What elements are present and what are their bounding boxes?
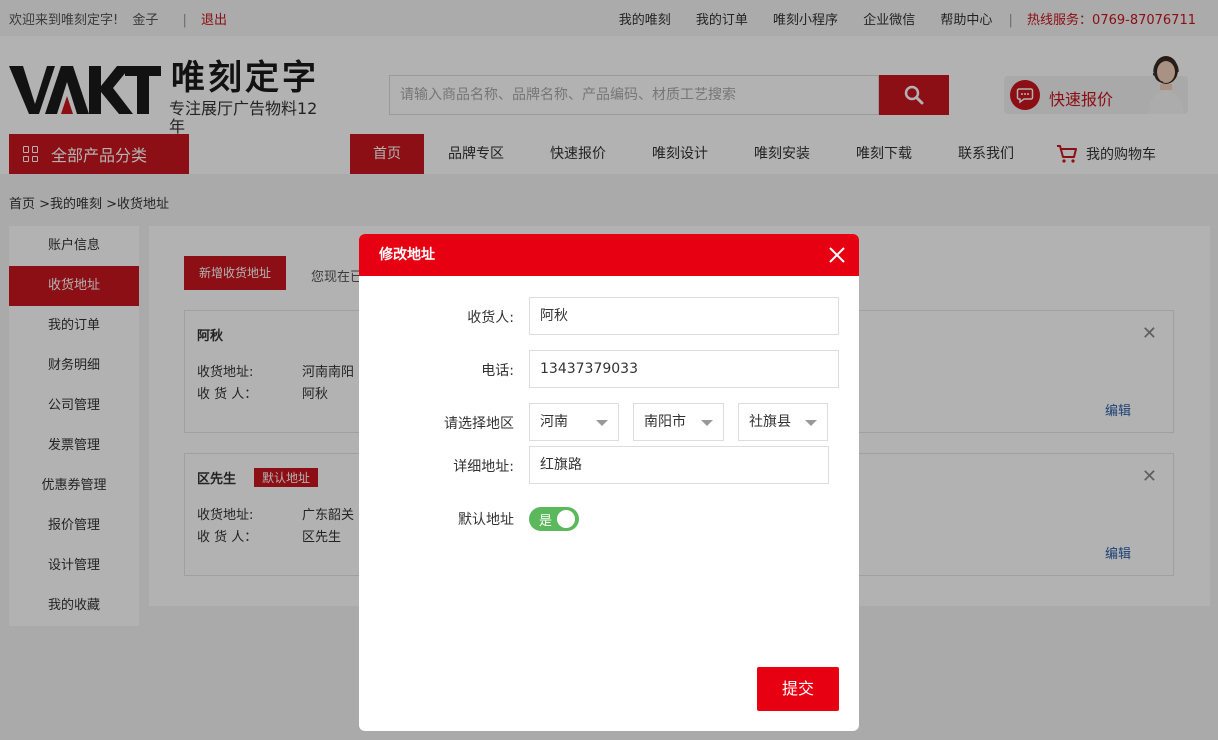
receiver-field-label: 收货人: bbox=[467, 310, 514, 326]
receiver-input[interactable]: 阿秋 bbox=[529, 297, 839, 335]
chevron-down-icon bbox=[701, 420, 713, 426]
toggle-knob bbox=[557, 510, 575, 528]
phone-field-label: 电话: bbox=[481, 363, 514, 379]
dialog-header: 修改地址 bbox=[359, 234, 859, 276]
default-field-label: 默认地址 bbox=[458, 512, 514, 528]
dialog-title: 修改地址 bbox=[379, 247, 435, 263]
detail-field-label: 详细地址: bbox=[453, 459, 514, 475]
toggle-label: 是 bbox=[539, 514, 553, 529]
city-value: 南阳市 bbox=[644, 414, 686, 430]
chevron-down-icon bbox=[596, 420, 608, 426]
submit-button[interactable]: 提交 bbox=[757, 667, 839, 711]
city-select[interactable]: 南阳市 bbox=[633, 403, 724, 441]
chevron-down-icon bbox=[805, 420, 817, 426]
county-select[interactable]: 社旗县 bbox=[738, 403, 828, 441]
province-select[interactable]: 河南 bbox=[529, 403, 619, 441]
county-value: 社旗县 bbox=[749, 414, 791, 430]
close-icon[interactable] bbox=[829, 247, 845, 263]
edit-address-dialog: 修改地址 收货人: 阿秋 电话: 13437379033 请选择地区 河南 南阳… bbox=[359, 234, 859, 731]
default-address-toggle[interactable]: 是 bbox=[529, 507, 579, 531]
phone-input[interactable]: 13437379033 bbox=[529, 350, 839, 388]
region-field-label: 请选择地区 bbox=[444, 416, 514, 432]
detail-address-input[interactable]: 红旗路 bbox=[529, 446, 829, 484]
province-value: 河南 bbox=[540, 414, 568, 430]
